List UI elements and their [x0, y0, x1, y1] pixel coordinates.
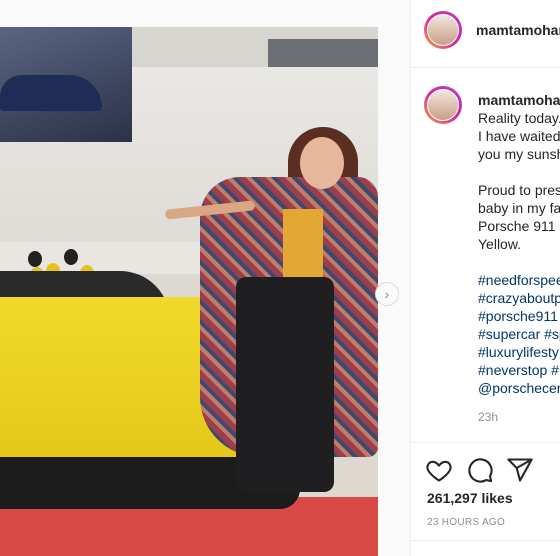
caption-line: Yellow.: [478, 236, 522, 252]
hashtag-link[interactable]: #needforspee: [478, 271, 560, 289]
hashtag-link[interactable]: #crazyaboutp: [478, 289, 560, 307]
balloon: [64, 249, 78, 265]
hashtag-link[interactable]: #supercar #sp: [478, 325, 560, 343]
hashtag-link[interactable]: #neverstop #: [478, 361, 559, 379]
heart-icon[interactable]: [425, 456, 453, 484]
woman-top: [283, 209, 323, 277]
chevron-right-icon: ›: [384, 286, 390, 302]
post-photo[interactable]: [0, 27, 378, 556]
comment-icon[interactable]: [466, 456, 494, 484]
header-separator: [411, 67, 560, 68]
caption-line: I have waited: [478, 128, 560, 144]
poster-car-image: [0, 75, 102, 111]
actions-separator: [411, 442, 560, 443]
like-count[interactable]: 261,297 likes: [427, 490, 513, 506]
caption-avatar[interactable]: [424, 86, 462, 124]
post-timestamp[interactable]: 23 HOURS AGO: [427, 517, 505, 528]
caption-username[interactable]: mamtamohar: [478, 92, 560, 108]
caption-timestamp[interactable]: 23h: [478, 410, 498, 424]
caption-line: Proud to pres: [478, 182, 560, 198]
caption-line: you my sunsh: [478, 146, 560, 162]
header-username[interactable]: mamtamohar: [476, 22, 560, 38]
ceiling-spotlights: [268, 39, 378, 67]
comment-separator: [411, 540, 560, 541]
balloon: [28, 251, 42, 267]
caption-line: Reality today..: [478, 110, 560, 126]
avatar[interactable]: [424, 11, 462, 49]
share-icon[interactable]: [506, 456, 534, 484]
woman-leggings: [236, 277, 334, 492]
hashtag-link[interactable]: #porsche911: [478, 307, 558, 325]
woman-face: [300, 137, 344, 189]
mention-link[interactable]: @porschecen: [478, 379, 560, 397]
caption-line: Porsche 911 C: [478, 218, 560, 234]
caption-line: baby in my fa: [478, 200, 560, 216]
next-photo-button[interactable]: ›: [375, 282, 399, 306]
hashtag-link[interactable]: #luxurylifesty: [478, 343, 559, 361]
